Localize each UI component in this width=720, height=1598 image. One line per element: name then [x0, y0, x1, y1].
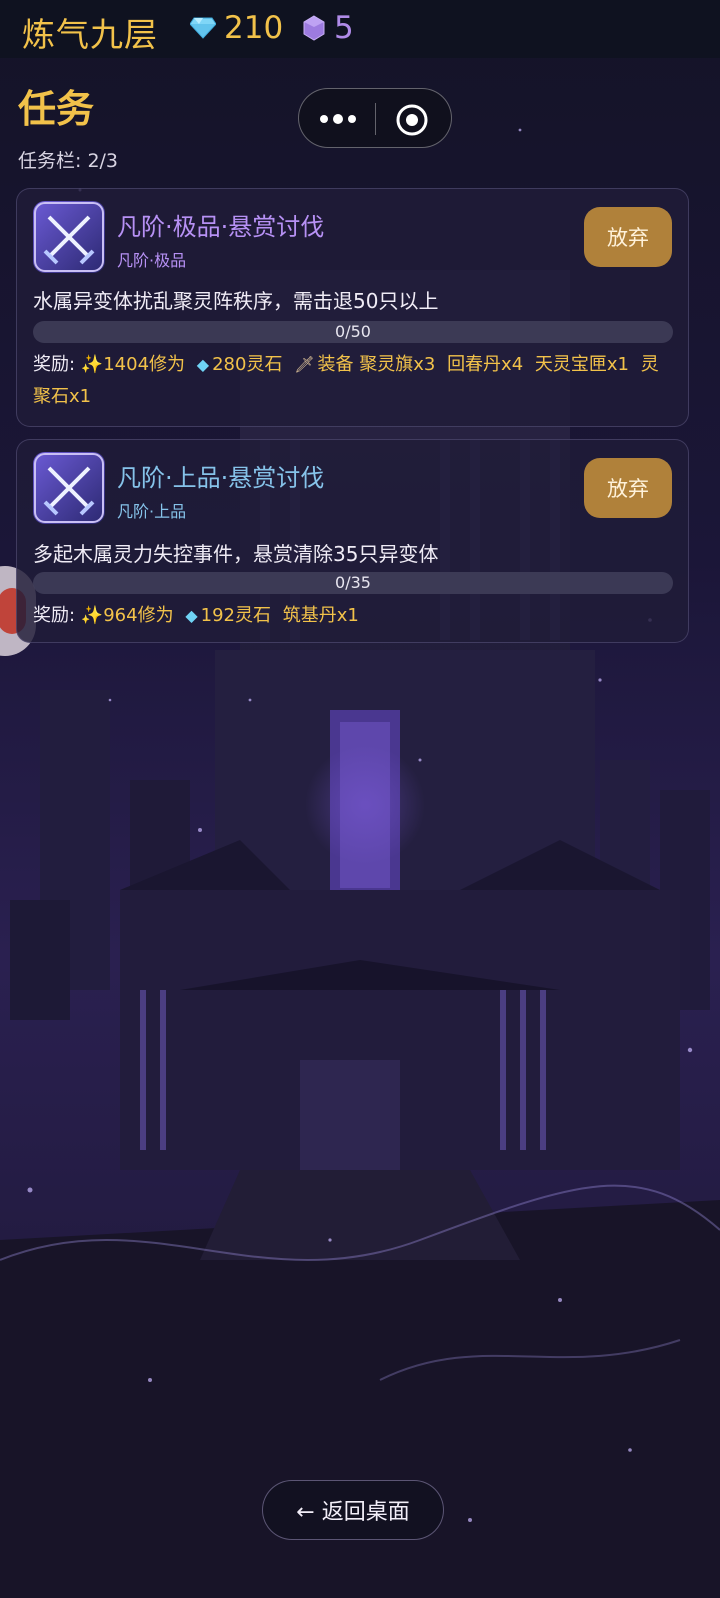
- cultivation-realm: 炼气九层: [22, 15, 158, 54]
- reward-label: 奖励:: [33, 605, 76, 626]
- quest-title: 凡阶·上品·悬赏讨伐: [117, 464, 325, 492]
- quest-card: 凡阶·上品·悬赏讨伐 凡阶·上品 放弃 多起木属灵力失控事件，悬赏清除35只异变…: [16, 439, 689, 643]
- reward-item: 天灵宝匣x1: [534, 354, 630, 375]
- quest-grade: 凡阶·上品: [117, 502, 187, 521]
- reward-cultivation: ✨964修为: [80, 605, 174, 626]
- reward-item: 筑基丹x1: [282, 605, 359, 626]
- reward-spirit-stones: 280灵石: [212, 354, 283, 375]
- quest-grade: 凡阶·极品: [117, 251, 187, 270]
- abandon-button[interactable]: 放弃: [584, 458, 672, 518]
- reward-item: 回春丹x4: [447, 354, 524, 375]
- reward-label: 奖励:: [33, 354, 76, 375]
- quest-card: 凡阶·极品·悬赏讨伐 凡阶·极品 放弃 水属异变体扰乱聚灵阵秩序，需击退50只以…: [16, 188, 689, 427]
- quest-slot-count: 任务栏: 2/3: [18, 150, 119, 172]
- quest-rewards: 奖励: ✨1404修为 ◆ 280灵石 🗡 装备 聚灵旗x3 回春丹x4 天灵宝匣x…: [33, 349, 673, 413]
- quest-progress-bar: 0/50: [33, 321, 673, 343]
- capsule-divider: [375, 103, 376, 135]
- gem-count: 210: [224, 10, 284, 46]
- reward-equipment: 装备 聚灵旗x3: [317, 354, 436, 375]
- diamond-icon: ◆: [196, 355, 210, 374]
- crossed-swords-icon: [33, 201, 105, 273]
- reward-spirit-stones: 192灵石: [200, 605, 271, 626]
- gem-balance: 210: [190, 10, 283, 46]
- status-bar: 炼气九层 210 5: [0, 0, 720, 58]
- page-title: 任务: [18, 87, 95, 131]
- reward-cultivation: ✨1404修为: [80, 354, 186, 375]
- crossed-swords-icon: [33, 452, 105, 524]
- crystal-count: 5: [334, 10, 354, 46]
- capsule-menu: [298, 88, 452, 148]
- quest-rewards: 奖励: ✨964修为 ◆ 192灵石 筑基丹x1: [33, 600, 673, 632]
- diamond-icon: ◆: [185, 606, 198, 625]
- diamond-icon: [190, 17, 216, 39]
- quest-title: 凡阶·极品·悬赏讨伐: [117, 213, 325, 241]
- more-options-icon[interactable]: [317, 107, 359, 131]
- quest-progress-text: 0/35: [335, 573, 371, 592]
- quest-description: 多起木属灵力失控事件，悬赏清除35只异变体: [33, 542, 439, 566]
- back-to-desktop-button[interactable]: ← 返回桌面: [262, 1480, 444, 1540]
- close-miniprogram-icon[interactable]: [395, 103, 429, 137]
- sword-icon: 🗡: [294, 355, 315, 374]
- crystal-balance: 5: [302, 10, 354, 46]
- abandon-button[interactable]: 放弃: [584, 207, 672, 267]
- quest-progress-bar: 0/35: [33, 572, 673, 594]
- quest-progress-text: 0/50: [335, 322, 371, 341]
- crystal-icon: [303, 15, 325, 41]
- quest-description: 水属异变体扰乱聚灵阵秩序，需击退50只以上: [33, 289, 439, 313]
